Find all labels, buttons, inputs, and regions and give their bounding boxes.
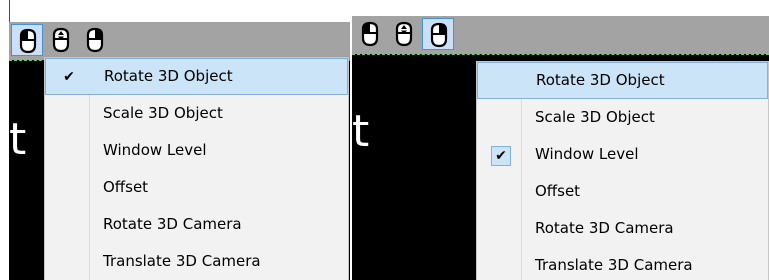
menu-item-label: Translate 3D Camera	[103, 252, 261, 270]
menu-item-rotate-3d-camera[interactable]: Rotate 3D Camera	[45, 206, 348, 243]
menu-item-label: Rotate 3D Object	[536, 71, 665, 89]
menu-item-label: Scale 3D Object	[535, 108, 655, 126]
right-screenshot-panel: t Rotate 3D Object Scale 3D Object ✔ Win…	[352, 10, 769, 280]
mouse-scroll-wheel-icon	[395, 21, 413, 47]
checkmark-icon: ✔	[491, 145, 511, 166]
viewport-overlay-text: t	[9, 114, 27, 165]
mouse-left-button[interactable]	[11, 24, 43, 56]
menu-item-rotate-3d-object[interactable]: ✔ Rotate 3D Object	[45, 58, 348, 95]
mouse-right-button-icon	[86, 27, 104, 53]
menu-item-translate-3d-camera[interactable]: Translate 3D Camera	[477, 247, 768, 280]
mouse-right-button[interactable]	[79, 24, 111, 56]
menu-item-label: Offset	[535, 182, 581, 200]
menu-item-window-level[interactable]: Window Level	[45, 132, 348, 169]
menu-item-window-level[interactable]: ✔ Window Level	[477, 136, 768, 173]
menu-item-rotate-3d-camera[interactable]: Rotate 3D Camera	[477, 210, 768, 247]
menu-item-label: Offset	[103, 178, 149, 196]
menu-item-offset[interactable]: Offset	[477, 173, 768, 210]
mouse-mode-toolbar	[352, 16, 769, 54]
menu-item-offset[interactable]: Offset	[45, 169, 348, 206]
menu-item-scale-3d-object[interactable]: Scale 3D Object	[45, 95, 348, 132]
viewport-overlay-text: t	[352, 106, 370, 157]
menu-item-translate-3d-camera[interactable]: Translate 3D Camera	[45, 243, 348, 280]
menu-item-label: Rotate 3D Camera	[103, 215, 242, 233]
left-screenshot-panel: t ✔ Rotate 3D Object Scale 3D Object Win…	[0, 0, 350, 280]
mouse-mode-context-menu: Rotate 3D Object Scale 3D Object ✔ Windo…	[476, 61, 769, 280]
menu-item-label: Rotate 3D Camera	[535, 219, 674, 237]
menu-item-label: Scale 3D Object	[103, 104, 223, 122]
mouse-mode-context-menu: ✔ Rotate 3D Object Scale 3D Object Windo…	[44, 57, 349, 280]
mouse-mode-toolbar	[9, 22, 350, 60]
mouse-right-button-icon	[430, 22, 448, 48]
mouse-left-button[interactable]	[354, 18, 386, 50]
mouse-scroll-button[interactable]	[388, 18, 420, 50]
mouse-right-button[interactable]	[422, 18, 454, 50]
mouse-left-button-icon	[19, 28, 37, 54]
menu-item-rotate-3d-object[interactable]: Rotate 3D Object	[477, 62, 768, 99]
mouse-scroll-wheel-icon	[52, 27, 70, 53]
menu-item-label: Window Level	[103, 141, 207, 159]
menu-item-label: Window Level	[535, 145, 639, 163]
mouse-left-button-icon	[361, 21, 379, 47]
menu-item-label: Translate 3D Camera	[535, 256, 693, 274]
menu-item-scale-3d-object[interactable]: Scale 3D Object	[477, 99, 768, 136]
mouse-scroll-button[interactable]	[45, 24, 77, 56]
menu-item-label: Rotate 3D Object	[104, 67, 233, 85]
viewport-dashed-border	[352, 54, 769, 55]
checkmark-icon: ✔	[63, 68, 75, 85]
